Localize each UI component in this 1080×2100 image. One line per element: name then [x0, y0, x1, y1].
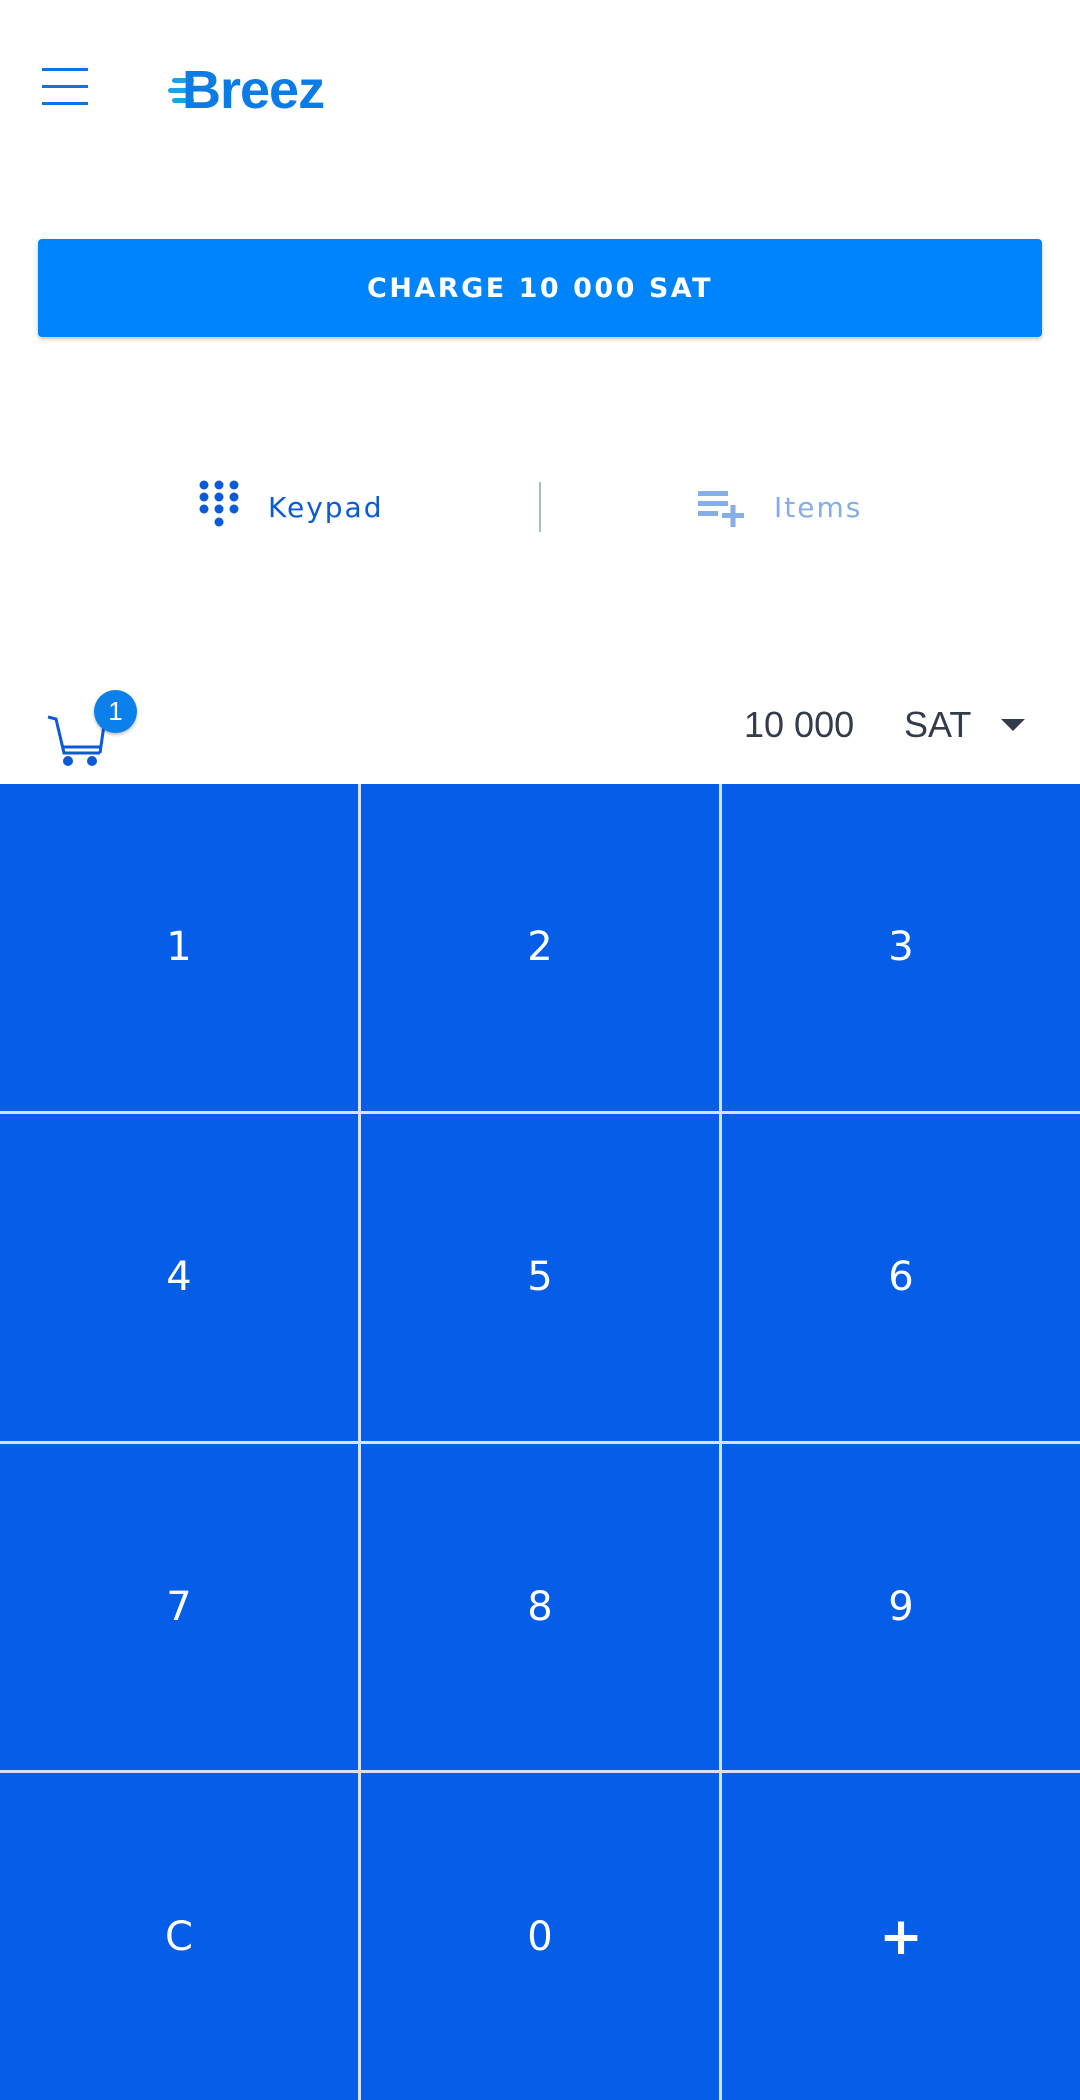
key-1[interactable]: 1 — [0, 784, 358, 1111]
tab-keypad-label: Keypad — [268, 490, 384, 524]
tab-keypad[interactable]: Keypad — [198, 476, 383, 538]
logo-text: Breez — [182, 60, 325, 120]
keypad-grid: 1 2 3 4 5 6 7 8 9 C 0 + — [0, 784, 1080, 2100]
tab-items[interactable]: Items — [696, 476, 862, 538]
tab-divider — [539, 482, 541, 532]
currency-label: SAT — [904, 704, 972, 745]
key-2[interactable]: 2 — [361, 784, 719, 1111]
amount-display: 10 000 — [744, 704, 855, 745]
key-7[interactable]: 7 — [0, 1443, 358, 1771]
caret-down-icon — [1001, 719, 1026, 731]
hamburger-line — [42, 85, 88, 88]
key-5[interactable]: 5 — [361, 1113, 719, 1441]
dialpad-icon — [199, 480, 239, 527]
hamburger-line — [42, 102, 88, 105]
breez-logo: Breez — [168, 58, 325, 122]
charge-button[interactable]: CHARGE 10 000 SAT — [38, 239, 1042, 337]
cart-count-badge: 1 — [94, 690, 137, 733]
playlist-add-icon — [698, 491, 744, 527]
menu-button[interactable] — [40, 64, 92, 108]
tab-items-label: Items — [774, 490, 863, 524]
hamburger-menu-icon — [42, 68, 88, 71]
key-8[interactable]: 8 — [361, 1443, 719, 1771]
currency-dropdown[interactable]: SAT — [904, 704, 1026, 746]
key-0[interactable]: 0 — [361, 1773, 719, 2100]
key-3[interactable]: 3 — [722, 784, 1080, 1111]
key-add[interactable]: + — [722, 1773, 1080, 2100]
key-6[interactable]: 6 — [722, 1113, 1080, 1441]
key-4[interactable]: 4 — [0, 1113, 358, 1441]
key-9[interactable]: 9 — [722, 1443, 1080, 1771]
key-clear[interactable]: C — [0, 1773, 358, 2100]
